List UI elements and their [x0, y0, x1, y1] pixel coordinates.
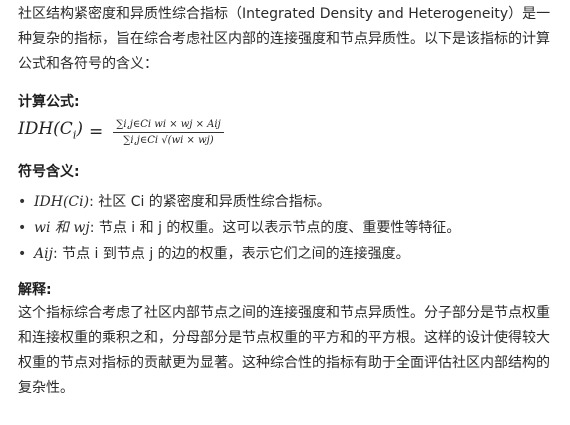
symbol-description: : 节点 i 到节点 j 的边的权重，表示它们之间的连接强度。 [52, 246, 410, 262]
symbols-heading: 符号含义: [18, 164, 80, 180]
list-item: wi 和 wj: 节点 i 和 j 的权重。这可以表示节点的度、重要性等特征。 [18, 215, 556, 241]
list-item: IDH(Ci): 社区 Ci 的紧密度和异质性综合指标。 [18, 189, 556, 215]
intro-paragraph: 社区结构紧密度和异质性综合指标（Integrated Density and H… [18, 6, 551, 72]
formula-numerator: ∑i,j∈Ci wi × wj × Aij [116, 118, 221, 130]
formula-equals: = [88, 121, 104, 142]
formula-lhs: IDH(Ci) [18, 118, 83, 142]
list-item: Aij: 节点 i 到节点 j 的边的权重，表示它们之间的连接强度。 [18, 241, 556, 267]
explanation-heading: 解释: [18, 282, 52, 298]
symbols-list: IDH(Ci): 社区 Ci 的紧密度和异质性综合指标。 wi 和 wj: 节点… [18, 189, 556, 267]
explanation-paragraph: 这个指标综合考虑了社区内部节点之间的连接强度和节点异质性。分子部分是节点权重和连… [18, 305, 550, 396]
formula-block: IDH(Ci) = ∑i,j∈Ci wi × wj × Aij ∑i,j∈Ci … [18, 113, 556, 151]
document-page: 社区结构紧密度和异质性综合指标（Integrated Density and H… [0, 0, 570, 425]
symbol-math: IDH(Ci) [34, 194, 90, 210]
symbol-description: : 社区 Ci 的紧密度和异质性综合指标。 [89, 194, 331, 210]
formula-fraction: ∑i,j∈Ci wi × wj × Aij ∑i,j∈Ci √(wi × wj) [113, 118, 224, 147]
formula-denominator: ∑i,j∈Ci √(wi × wj) [123, 134, 214, 146]
symbol-math: wi 和 wj [34, 220, 90, 236]
symbol-math: Aij [34, 246, 53, 262]
formula-heading: 计算公式: [18, 94, 80, 110]
symbol-description: : 节点 i 和 j 的权重。这可以表示节点的度、重要性等特征。 [89, 220, 461, 236]
